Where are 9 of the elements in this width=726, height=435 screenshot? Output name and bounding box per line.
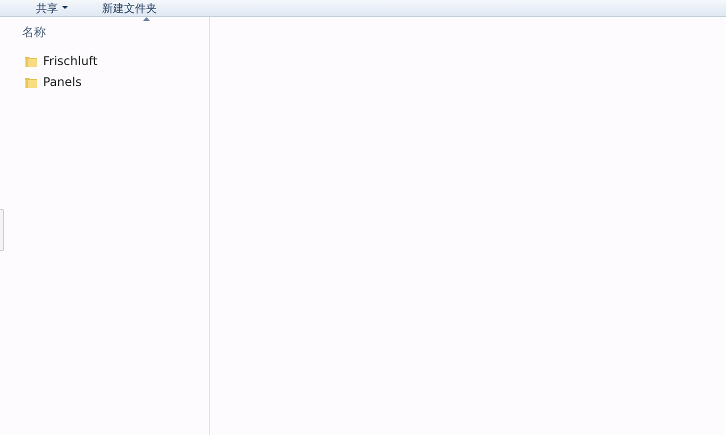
folder-name[interactable]: Panels [43,75,82,89]
toolbar-button[interactable]: 新建文件夹 [100,0,159,16]
column-header[interactable]: 名称 [0,17,209,43]
folder-icon [24,75,38,89]
resize-grip[interactable] [0,209,4,251]
toolbar-button[interactable]: 共享 [34,0,70,16]
caret-icon [62,6,68,10]
folder-name[interactable]: Frischluft [43,54,98,68]
folder-icon [24,54,38,68]
